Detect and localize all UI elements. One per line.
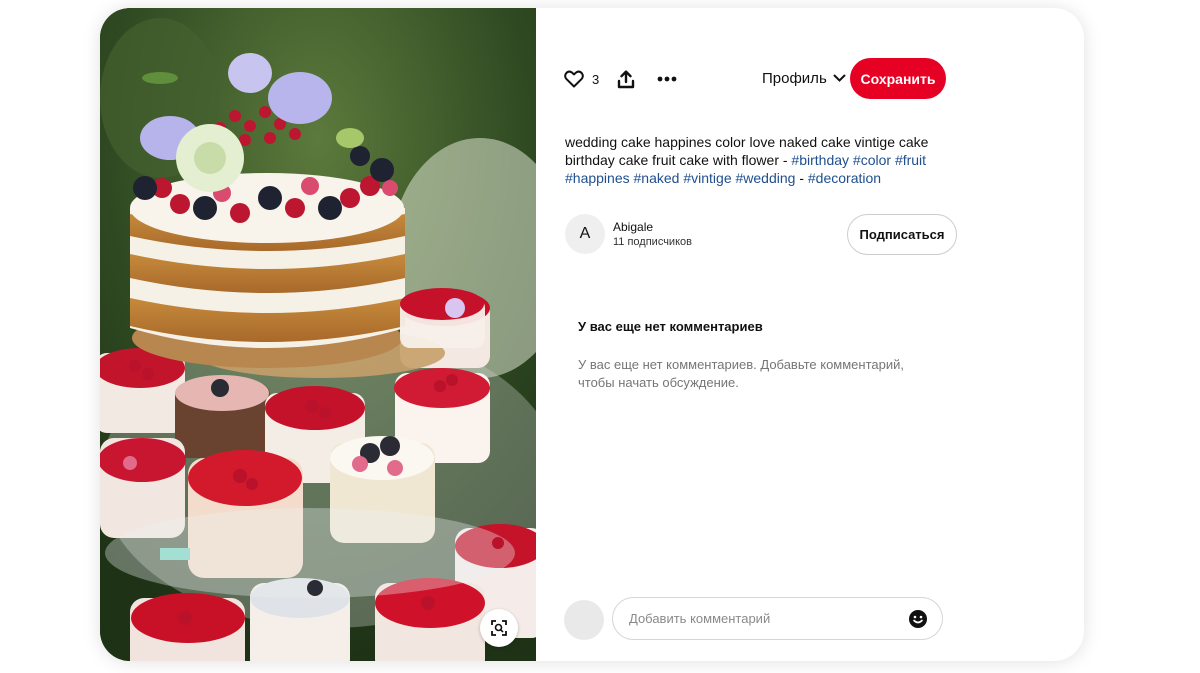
hashtag-link[interactable]: #vintige — [683, 170, 731, 186]
chevron-down-icon — [833, 74, 846, 82]
comment-input[interactable] — [627, 610, 908, 627]
profile-dropdown-label: Профиль — [762, 70, 827, 87]
description-separator: - — [799, 170, 804, 186]
author-followers: 11 подписчиков — [613, 236, 692, 248]
pin-image[interactable] — [100, 8, 536, 661]
pin-description: wedding cake happines color love naked c… — [565, 133, 945, 187]
current-user-avatar[interactable] — [564, 600, 604, 640]
like-count: 3 — [592, 71, 600, 87]
hashtag-link[interactable]: #color — [853, 152, 891, 168]
more-options-button[interactable] — [657, 76, 677, 82]
share-button[interactable] — [617, 69, 635, 89]
author-initial: A — [579, 225, 591, 242]
visual-search-icon — [491, 620, 507, 636]
hashtag-link[interactable]: #happines — [565, 170, 630, 186]
comments-empty-message: У вас еще нет комментариев. Добавьте ком… — [578, 357, 904, 390]
hashtag-link[interactable]: #wedding — [736, 170, 796, 186]
hashtag-link[interactable]: #fruit — [895, 152, 926, 168]
author-avatar[interactable]: A — [565, 214, 605, 254]
share-icon — [618, 69, 635, 88]
hashtag-link[interactable]: #decoration — [808, 170, 881, 186]
cake-photo-illustration — [100, 8, 536, 661]
hashtag-link[interactable]: #naked — [634, 170, 680, 186]
heart-icon — [564, 70, 584, 88]
pin-actions: 3 — [564, 66, 677, 92]
pin-details-panel: 3 Профиль Сохранить wedding cake happine… — [536, 8, 1084, 661]
like-button[interactable] — [564, 70, 584, 88]
more-icon — [657, 76, 677, 82]
save-button[interactable]: Сохранить — [850, 58, 946, 99]
comments-heading: У вас еще нет комментариев — [578, 319, 763, 334]
emoji-icon — [909, 609, 927, 628]
comment-field[interactable] — [612, 597, 943, 640]
visual-search-button[interactable] — [480, 609, 518, 647]
author-name[interactable]: Abigale — [613, 220, 653, 234]
follow-button[interactable]: Подписаться — [847, 214, 957, 255]
emoji-button[interactable] — [908, 609, 928, 629]
profile-dropdown[interactable]: Профиль — [762, 70, 846, 87]
pin-card: 3 Профиль Сохранить wedding cake happine… — [100, 8, 1084, 661]
hashtag-link[interactable]: #birthday — [791, 152, 849, 168]
